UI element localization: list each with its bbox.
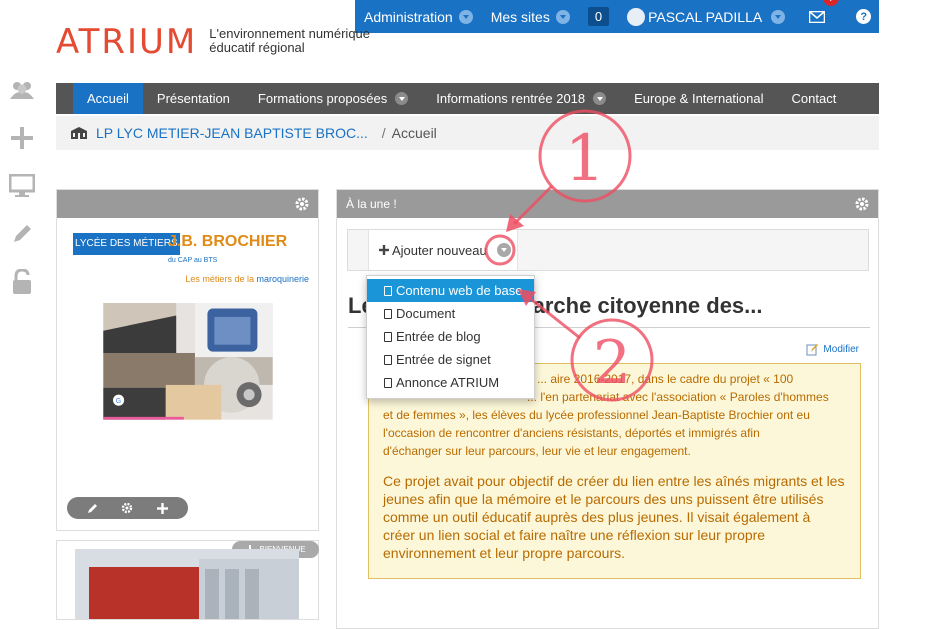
monitor-icon[interactable] xyxy=(8,172,36,200)
portlet-header: À la une ! xyxy=(337,190,878,218)
school-name: J.B. BROCHIER xyxy=(168,233,288,250)
main-navigation: Accueil Présentation Formations proposée… xyxy=(73,83,879,114)
gear-icon[interactable] xyxy=(294,196,310,212)
modifier-label: Modifier xyxy=(823,344,859,355)
portlet-toolbar xyxy=(67,497,188,519)
school-header: LYCÉE DES MÉTIERS J.B. BROCHIER du CAP a… xyxy=(73,233,309,293)
nav-item-formations[interactable]: Formations proposées xyxy=(244,83,422,114)
document-icon xyxy=(384,285,392,296)
dropdown-item-contenu-web[interactable]: Contenu web de base xyxy=(367,279,534,302)
breadcrumb-current: Accueil xyxy=(391,125,437,141)
chevron-down-icon xyxy=(593,92,607,105)
breadcrumb: LP LYC METIER-JEAN BAPTISTE BROC... / Ac… xyxy=(56,116,879,150)
portlet-title: À la une ! xyxy=(346,197,397,211)
dropdown-item-document[interactable]: Document xyxy=(367,302,534,325)
user-name: PASCAL PADILLA xyxy=(648,8,763,25)
nav-label: Formations proposées xyxy=(257,91,388,106)
plus-icon xyxy=(379,245,389,255)
breadcrumb-school-link[interactable]: LP LYC METIER-JEAN BAPTISTE BROC... xyxy=(96,125,368,141)
gear-icon[interactable] xyxy=(854,196,870,212)
portlet-header xyxy=(57,190,318,218)
nav-item-contact[interactable]: Contact xyxy=(778,83,851,114)
school-tagline-a: Les métiers de la xyxy=(185,274,257,284)
school-label-small: LYCÉE DES MÉTIERS xyxy=(73,233,180,255)
edit-icon[interactable] xyxy=(87,503,98,514)
chevron-down-icon xyxy=(395,92,409,105)
svg-text:G: G xyxy=(116,398,121,405)
document-icon xyxy=(384,377,392,388)
document-icon xyxy=(384,308,392,319)
nav-label: Accueil xyxy=(87,91,129,106)
nav-item-informations-rentree[interactable]: Informations rentrée 2018 xyxy=(422,83,620,114)
school-tagline-b: maroquinerie xyxy=(256,274,309,284)
chevron-down-icon[interactable] xyxy=(496,243,511,257)
edit-document-icon xyxy=(806,344,819,356)
paragraph-line: d'échanger sur leur parcours, leur vie e… xyxy=(383,444,691,458)
dropdown-label: Entrée de blog xyxy=(396,329,481,344)
navbar-edge xyxy=(56,83,73,114)
dropdown-label: Annonce ATRIUM xyxy=(396,375,500,390)
school-photo-collage: G xyxy=(103,303,273,420)
add-icon[interactable] xyxy=(8,124,36,152)
chevron-down-icon xyxy=(458,9,473,24)
gear-icon[interactable] xyxy=(121,502,133,514)
user-menu[interactable]: PASCAL PADILLA xyxy=(618,0,794,33)
logo-tagline-line-2: éducatif régional xyxy=(209,40,305,55)
paragraph-line: et de femmes », les élèves du lycée prof… xyxy=(383,408,810,422)
add-icon[interactable] xyxy=(157,502,169,514)
school-portlet: LYCÉE DES MÉTIERS J.B. BROCHIER du CAP a… xyxy=(56,189,319,531)
chevron-down-icon xyxy=(771,9,786,24)
school-icon xyxy=(71,127,87,139)
dropdown-label: Document xyxy=(396,306,456,321)
breadcrumb-separator: / xyxy=(381,125,386,141)
mail-badge: 7 xyxy=(823,0,840,6)
pencil-icon[interactable] xyxy=(8,220,36,248)
mes-sites-label: Mes sites xyxy=(490,8,550,25)
news-portlet: À la une ! Ajouter nouveau Le ... ire et… xyxy=(336,189,879,629)
add-content-bar: Ajouter nouveau xyxy=(347,229,869,271)
nav-item-accueil[interactable]: Accueil xyxy=(73,83,143,114)
dropdown-item-signet[interactable]: Entrée de signet xyxy=(367,348,534,371)
logo-wordmark: ATRIUM xyxy=(56,22,198,62)
logo-tagline-line-1: L'environnement numérique xyxy=(209,26,371,41)
top-bar: Administration Mes sites 0 PASCAL PADILL… xyxy=(355,0,879,33)
document-icon xyxy=(384,354,392,365)
nav-label: Informations rentrée 2018 xyxy=(436,91,586,106)
dropdown-item-blog[interactable]: Entrée de blog xyxy=(367,325,534,348)
notification-count-button[interactable]: 0 xyxy=(579,0,618,33)
nav-label: Présentation xyxy=(156,91,230,106)
mes-sites-menu[interactable]: Mes sites xyxy=(482,0,579,33)
envelope-icon xyxy=(809,10,826,23)
nav-item-presentation[interactable]: Présentation xyxy=(143,83,244,114)
modifier-link[interactable]: Modifier xyxy=(806,343,859,356)
nav-label: Europe & International xyxy=(634,91,764,106)
nav-item-europe[interactable]: Europe & International xyxy=(620,83,777,114)
add-new-button[interactable]: Ajouter nouveau xyxy=(368,230,518,270)
atrium-logo[interactable]: ATRIUM L'environnement numérique éducati… xyxy=(56,24,370,60)
school-building-photo xyxy=(75,549,299,619)
dropdown-label: Contenu web de base xyxy=(396,283,523,298)
notification-count: 0 xyxy=(587,7,610,26)
document-icon xyxy=(384,331,392,342)
add-new-label: Ajouter nouveau xyxy=(392,242,487,258)
article-paragraph-2: Ce projet avait pour objectif de créer d… xyxy=(383,473,845,561)
avatar xyxy=(627,7,646,26)
help-icon[interactable]: ? xyxy=(856,9,872,24)
users-icon[interactable] xyxy=(8,76,36,104)
school-tagline: Les métiers de la maroquinerie xyxy=(185,274,309,284)
dropdown-item-annonce[interactable]: Annonce ATRIUM xyxy=(367,371,534,394)
unlock-icon[interactable] xyxy=(8,268,36,296)
school-subtitle: du CAP au BTS xyxy=(168,257,218,264)
administration-label: Administration xyxy=(364,8,453,25)
mail-button[interactable]: 7 xyxy=(800,0,840,33)
chevron-down-icon xyxy=(555,9,570,24)
welcome-portlet: BIENVENUE xyxy=(56,540,319,620)
dropdown-label: Entrée de signet xyxy=(396,352,491,367)
nav-label: Contact xyxy=(791,91,837,106)
logo-tagline: L'environnement numérique éducatif régio… xyxy=(209,27,370,55)
administration-menu[interactable]: Administration xyxy=(355,0,482,33)
paragraph-line: l'occasion de rencontrer d'anciens résis… xyxy=(383,426,760,440)
add-new-dropdown: Contenu web de base Document Entrée de b… xyxy=(366,275,535,399)
